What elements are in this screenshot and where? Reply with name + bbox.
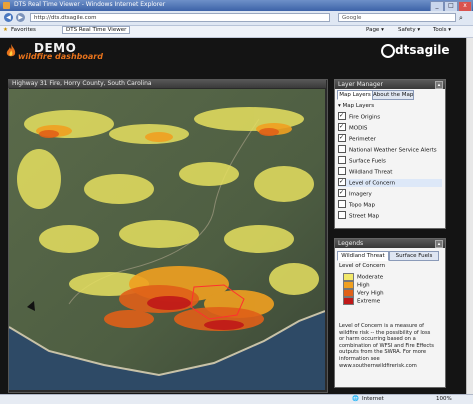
forward-icon[interactable]: ▶ [16, 13, 25, 22]
tab-map-layers[interactable]: Map Layers [337, 90, 373, 100]
legends-header: Legends ▴ [335, 239, 445, 248]
legends-collapse-button[interactable]: ▴ [435, 240, 443, 248]
layer-manager-collapse-button[interactable]: ▴ [435, 81, 443, 89]
internet-zone-icon: 🌐 [352, 396, 359, 402]
layer-perimeter[interactable]: Perimeter [338, 134, 376, 143]
legend-description: Level of Concern is a measure of wildfir… [339, 323, 434, 369]
window-titlebar: DTS Real Time Viewer - Windows Internet … [0, 0, 473, 12]
moderate-swatch [343, 273, 354, 281]
wildfire-map[interactable] [9, 89, 325, 390]
wildland-threat-checkbox[interactable] [338, 167, 346, 175]
search-icon[interactable]: ⌕ [459, 14, 463, 23]
surface-fuels-checkbox[interactable] [338, 156, 346, 164]
search-input[interactable]: Google [338, 13, 456, 22]
layer-manager-header: Layer Manager ▴ [335, 80, 445, 89]
legend-label: High [357, 282, 370, 289]
flame-logo-icon [6, 44, 16, 57]
legend-item-very-high: Very High [343, 289, 384, 297]
layer-modis[interactable]: MODIS [338, 123, 368, 132]
perimeter-checkbox[interactable] [338, 134, 346, 142]
legend-item-high: High [343, 281, 370, 289]
layer-label: Level of Concern [349, 180, 396, 187]
layer-group-map-layers[interactable]: ▾ Map Layers [338, 102, 374, 110]
layer-level-of-concern[interactable]: Level of Concern [338, 178, 442, 187]
favorites-star-icon[interactable]: ★ [3, 27, 8, 33]
vertical-scrollbar[interactable] [466, 38, 473, 394]
layer-label: Perimeter [349, 136, 376, 143]
legends-title: Legends [338, 240, 364, 247]
browser-icon [3, 2, 10, 9]
legend-label: Very High [357, 290, 384, 297]
tab-wildland-threat[interactable]: Wildland Threat [337, 251, 389, 261]
layer-label: National Weather Service Alerts [349, 147, 437, 154]
modis-checkbox[interactable] [338, 123, 346, 131]
brand-circle-icon [381, 44, 395, 58]
layer-label: Surface Fuels [349, 158, 386, 165]
fire-origins-checkbox[interactable] [338, 112, 346, 120]
legend-item-moderate: Moderate [343, 273, 383, 281]
layer-imagery[interactable]: Imagery [338, 189, 372, 198]
layer-surface-fuels[interactable]: Surface Fuels [338, 156, 386, 165]
layer-label: MODIS [349, 125, 368, 132]
high-swatch [343, 281, 354, 289]
layer-label: Topo Map [349, 202, 376, 209]
map-title: Highway 31 Fire, Horry County, South Car… [12, 80, 152, 87]
tools-menu[interactable]: Tools ▾ [433, 27, 451, 33]
layer-nws-alerts[interactable]: National Weather Service Alerts [338, 145, 437, 154]
map-panel-header: Highway 31 Fire, Horry County, South Car… [8, 79, 326, 88]
brand-name: dtsagile [395, 43, 450, 57]
imagery-checkbox[interactable] [338, 189, 346, 197]
layer-label: Street Map [349, 213, 380, 220]
safety-menu[interactable]: Safety ▾ [398, 27, 420, 33]
layer-manager-title: Layer Manager [338, 81, 383, 88]
back-icon[interactable]: ◀ [4, 13, 13, 22]
legend-item-extreme: Extreme [343, 297, 380, 305]
page-menu[interactable]: Page ▾ [366, 27, 384, 33]
layer-fire-origins[interactable]: Fire Origins [338, 112, 381, 121]
tab-surface-fuels[interactable]: Surface Fuels [389, 251, 439, 261]
street-map-checkbox[interactable] [338, 211, 346, 219]
bottom-strip [0, 404, 473, 415]
layer-wildland-threat[interactable]: Wildland Threat [338, 167, 393, 176]
layer-label: Fire Origins [349, 114, 381, 121]
browser-tab[interactable]: DTS Real Time Viewer [62, 26, 131, 34]
layer-manager-panel: Layer Manager ▴ Map Layers About the Map… [334, 79, 446, 229]
very-high-swatch [343, 289, 354, 297]
legend-heading: Level of Concern [339, 263, 386, 269]
layer-label: Wildland Threat [349, 169, 393, 176]
nws-alerts-checkbox[interactable] [338, 145, 346, 153]
logo-subtitle: wildfire dashboard [18, 52, 103, 61]
zoom-level[interactable]: 100% [436, 396, 452, 402]
layer-group-label: Map Layers [342, 103, 375, 109]
layer-label: Imagery [349, 191, 372, 198]
topo-map-checkbox[interactable] [338, 200, 346, 208]
extreme-swatch [343, 297, 354, 305]
favorites-bar: ★ Favorites DTS Real Time Viewer Page ▾ … [0, 26, 473, 38]
address-toolbar: ◀ ▶ http://dts.dtsagile.com Google ⌕ [0, 11, 473, 26]
legend-label: Moderate [357, 274, 384, 281]
window-title: DTS Real Time Viewer - Windows Internet … [14, 1, 166, 8]
level-of-concern-checkbox[interactable] [338, 178, 346, 186]
tab-about-the-map[interactable]: About the Map [372, 90, 414, 100]
internet-zone: Internet [362, 396, 384, 402]
legends-panel: Legends ▴ Wildland Threat Surface Fuels … [334, 238, 446, 388]
layer-topo-map[interactable]: Topo Map [338, 200, 376, 209]
layer-street-map[interactable]: Street Map [338, 211, 380, 220]
favorites-button[interactable]: Favorites [11, 27, 36, 33]
address-input[interactable]: http://dts.dtsagile.com [30, 13, 330, 22]
legend-label: Extreme [357, 298, 381, 305]
brand-logo: dtsagile [381, 43, 461, 59]
